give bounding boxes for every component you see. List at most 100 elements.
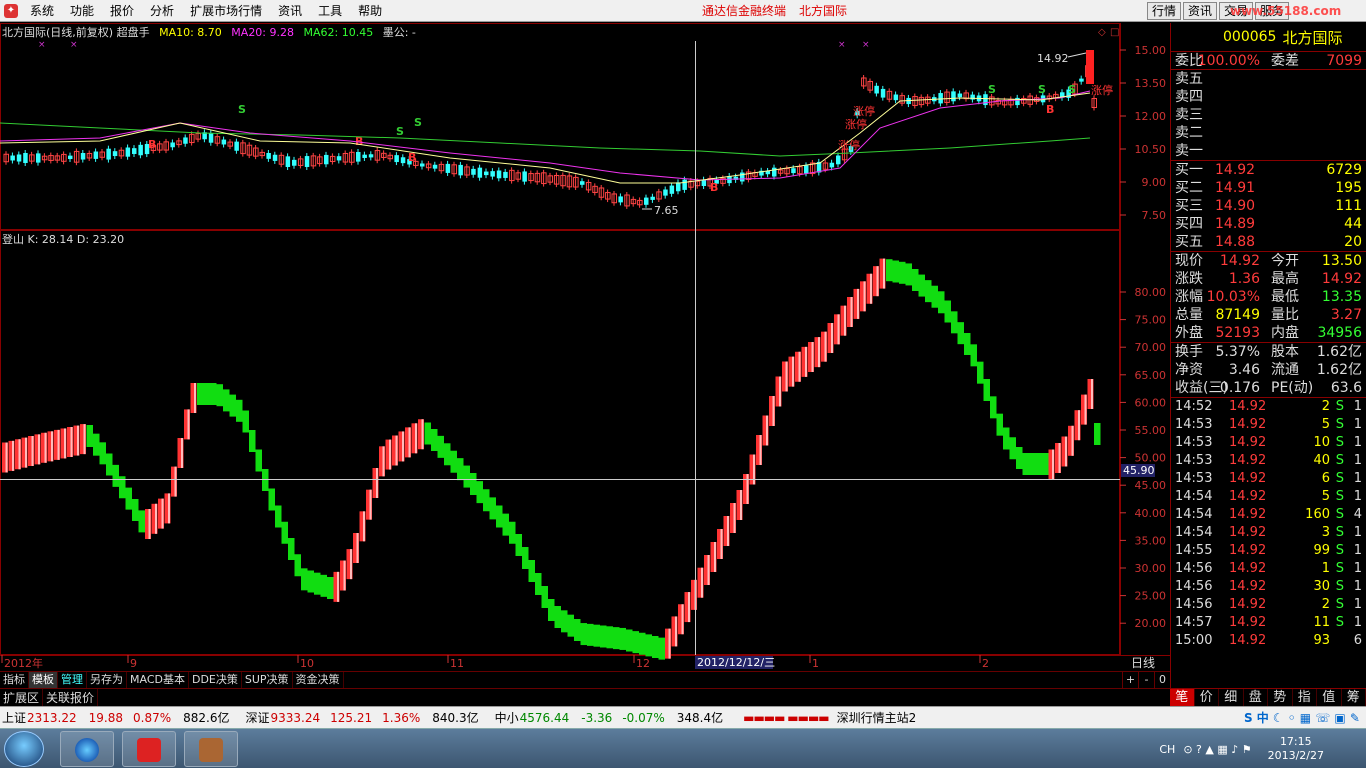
- signal-marker: S: [238, 103, 246, 116]
- tab-index[interactable]: 指: [1293, 689, 1317, 706]
- zx-index[interactable]: 4576.44: [520, 711, 570, 725]
- sell-level-row[interactable]: 卖四: [1171, 88, 1366, 106]
- chart-area[interactable]: 15.00 13.50 12.00 10.50 9.00 7.50 80.00 75.00 7…: [0, 23, 1170, 673]
- signal-strength-icon: ▬▬▬▬ ▬▬▬▬: [743, 710, 830, 725]
- osc-bar-down: [580, 623, 587, 646]
- tick-row[interactable]: 14:56 14.92 30 S 1: [1171, 578, 1366, 596]
- tray-icons[interactable]: ⊙ ? ▲ ▦ ♪ ⚑: [1183, 743, 1251, 756]
- tick-row[interactable]: 14:54 14.92 160 S 4: [1171, 506, 1366, 524]
- tick-row[interactable]: 14:53 14.92 40 S 1: [1171, 452, 1366, 470]
- menu-news[interactable]: 资讯: [270, 0, 310, 22]
- ext-area-button[interactable]: 扩展区: [0, 689, 44, 706]
- tick-row[interactable]: 14:53 14.92 10 S 1: [1171, 434, 1366, 452]
- osc-bar-highlight: [668, 628, 671, 659]
- ie-taskbar-icon[interactable]: [60, 731, 114, 767]
- tab-manage[interactable]: 管理: [58, 672, 87, 688]
- language-indicator[interactable]: CH: [1159, 743, 1175, 756]
- tick-row[interactable]: 14:54 14.92 5 S 1: [1171, 488, 1366, 506]
- menu-function[interactable]: 功能: [62, 0, 102, 22]
- osc-bar-down: [197, 383, 204, 405]
- buy-level-row[interactable]: 买四 14.89 44: [1171, 215, 1366, 233]
- reset-button[interactable]: 0: [1154, 672, 1170, 688]
- menu-analysis[interactable]: 分析: [142, 0, 182, 22]
- tab-trades[interactable]: 笔: [1170, 689, 1195, 706]
- tick-row[interactable]: 14:54 14.92 3 S 1: [1171, 524, 1366, 542]
- clock[interactable]: 17:15 2013/2/27: [1268, 735, 1324, 763]
- tab-detail[interactable]: 细: [1219, 689, 1244, 706]
- candle-down: [106, 148, 111, 160]
- tab-template[interactable]: 模板: [29, 672, 58, 688]
- sell-level-row[interactable]: 卖三: [1171, 106, 1366, 124]
- sz-index[interactable]: 9333.24: [271, 711, 321, 725]
- osc-bar-highlight: [1084, 394, 1087, 425]
- sh-index[interactable]: 2313.22: [27, 711, 77, 725]
- tick-row[interactable]: 14:55 14.92 99 S 1: [1171, 542, 1366, 560]
- current-stock-name: 北方国际: [799, 4, 848, 18]
- osc-bar-down: [424, 422, 431, 445]
- tab-indicator[interactable]: 指标: [0, 672, 29, 688]
- zx-label: 中小: [494, 711, 519, 725]
- candle-down: [272, 154, 278, 161]
- tdx-taskbar-icon[interactable]: [122, 731, 176, 767]
- candle-down: [663, 189, 668, 196]
- sell-level-row[interactable]: 卖一: [1171, 142, 1366, 160]
- candle-down: [285, 156, 291, 168]
- windows-taskbar: CH ⊙ ? ▲ ▦ ♪ ⚑ 17:15 2013/2/27: [0, 728, 1366, 768]
- tick-list[interactable]: 14:52 14.92 2 S 1 14:53 14.92 5 S 1 14:53 14.92 10 S 1…: [1171, 398, 1366, 650]
- osc-bar-down: [632, 631, 639, 654]
- tab-fund[interactable]: 资金决策: [293, 672, 344, 688]
- price-stat-row: 外盘 52193 内盘 34956: [1175, 325, 1362, 341]
- cursor-date: 2012/12/12/三: [697, 656, 775, 669]
- sell-level-row[interactable]: 卖五: [1171, 70, 1366, 88]
- osc-bar-down: [990, 396, 997, 419]
- tab-value[interactable]: 值: [1317, 689, 1342, 706]
- related-quote-button[interactable]: 关联报价: [43, 689, 99, 706]
- menu-ext-market[interactable]: 扩展市场行情: [182, 0, 270, 22]
- osc-bar-down: [457, 458, 464, 481]
- gift-taskbar-icon[interactable]: [184, 731, 238, 767]
- tab-macd[interactable]: MACD基本: [127, 672, 189, 688]
- tick-row[interactable]: 14:56 14.92 2 S 1: [1171, 596, 1366, 614]
- limit-up-label: 涨停: [838, 138, 860, 152]
- buy-level-row[interactable]: 买三 14.90 111: [1171, 197, 1366, 215]
- candle-down: [1079, 78, 1084, 82]
- tab-sup[interactable]: SUP决策: [242, 672, 293, 688]
- tick-row[interactable]: 14:53 14.92 5 S 1: [1171, 416, 1366, 434]
- tick-row[interactable]: 15:00 14.92 93 6: [1171, 632, 1366, 650]
- tick-row[interactable]: 14:52 14.92 2 S 1: [1171, 398, 1366, 416]
- tick-row[interactable]: 14:57 14.92 11 S 1: [1171, 614, 1366, 632]
- candle-down: [170, 142, 175, 148]
- server-name[interactable]: 深圳行情主站2: [837, 709, 917, 726]
- quote-mode-button[interactable]: 行情: [1147, 2, 1182, 20]
- tab-trend[interactable]: 势: [1268, 689, 1293, 706]
- tab-save-as[interactable]: 另存为: [87, 672, 127, 688]
- tab-book[interactable]: 盘: [1244, 689, 1268, 706]
- price-tick-label: 15.00: [1135, 44, 1167, 57]
- tab-chips[interactable]: 筹: [1342, 689, 1366, 706]
- osc-bar-highlight: [857, 288, 859, 319]
- osc-bar-down: [210, 383, 217, 405]
- osc-bar-down: [1022, 453, 1029, 475]
- price-tick-label: 13.50: [1135, 77, 1167, 90]
- buy-level-row[interactable]: 买一 14.92 6729: [1171, 161, 1366, 179]
- buy-level-row[interactable]: 买五 14.88 20: [1171, 233, 1366, 251]
- tab-dde[interactable]: DDE决策: [189, 672, 242, 688]
- input-method-icons[interactable]: S 中 ☾ ◦ ▦ ☏ ▣ ✎: [1244, 709, 1360, 726]
- tab-price[interactable]: 价: [1195, 689, 1219, 706]
- osc-bar-down: [541, 586, 548, 608]
- osc-bar-down: [249, 430, 256, 452]
- zoom-out-button[interactable]: -: [1138, 672, 1154, 688]
- menu-help[interactable]: 帮助: [350, 0, 390, 22]
- menu-quote[interactable]: 报价: [102, 0, 142, 22]
- tick-row[interactable]: 14:53 14.92 6 S 1: [1171, 470, 1366, 488]
- news-mode-button[interactable]: 资讯: [1183, 2, 1218, 20]
- menu-tools[interactable]: 工具: [310, 0, 350, 22]
- tick-row[interactable]: 14:56 14.92 1 S 1: [1171, 560, 1366, 578]
- zoom-in-button[interactable]: +: [1122, 672, 1138, 688]
- menu-system[interactable]: 系统: [22, 0, 62, 22]
- sell-level-row[interactable]: 卖二: [1171, 124, 1366, 142]
- start-button-icon[interactable]: [4, 731, 44, 767]
- osc-bar-highlight: [870, 273, 872, 304]
- osc-bar-down: [1042, 453, 1049, 475]
- buy-level-row[interactable]: 买二 14.91 195: [1171, 179, 1366, 197]
